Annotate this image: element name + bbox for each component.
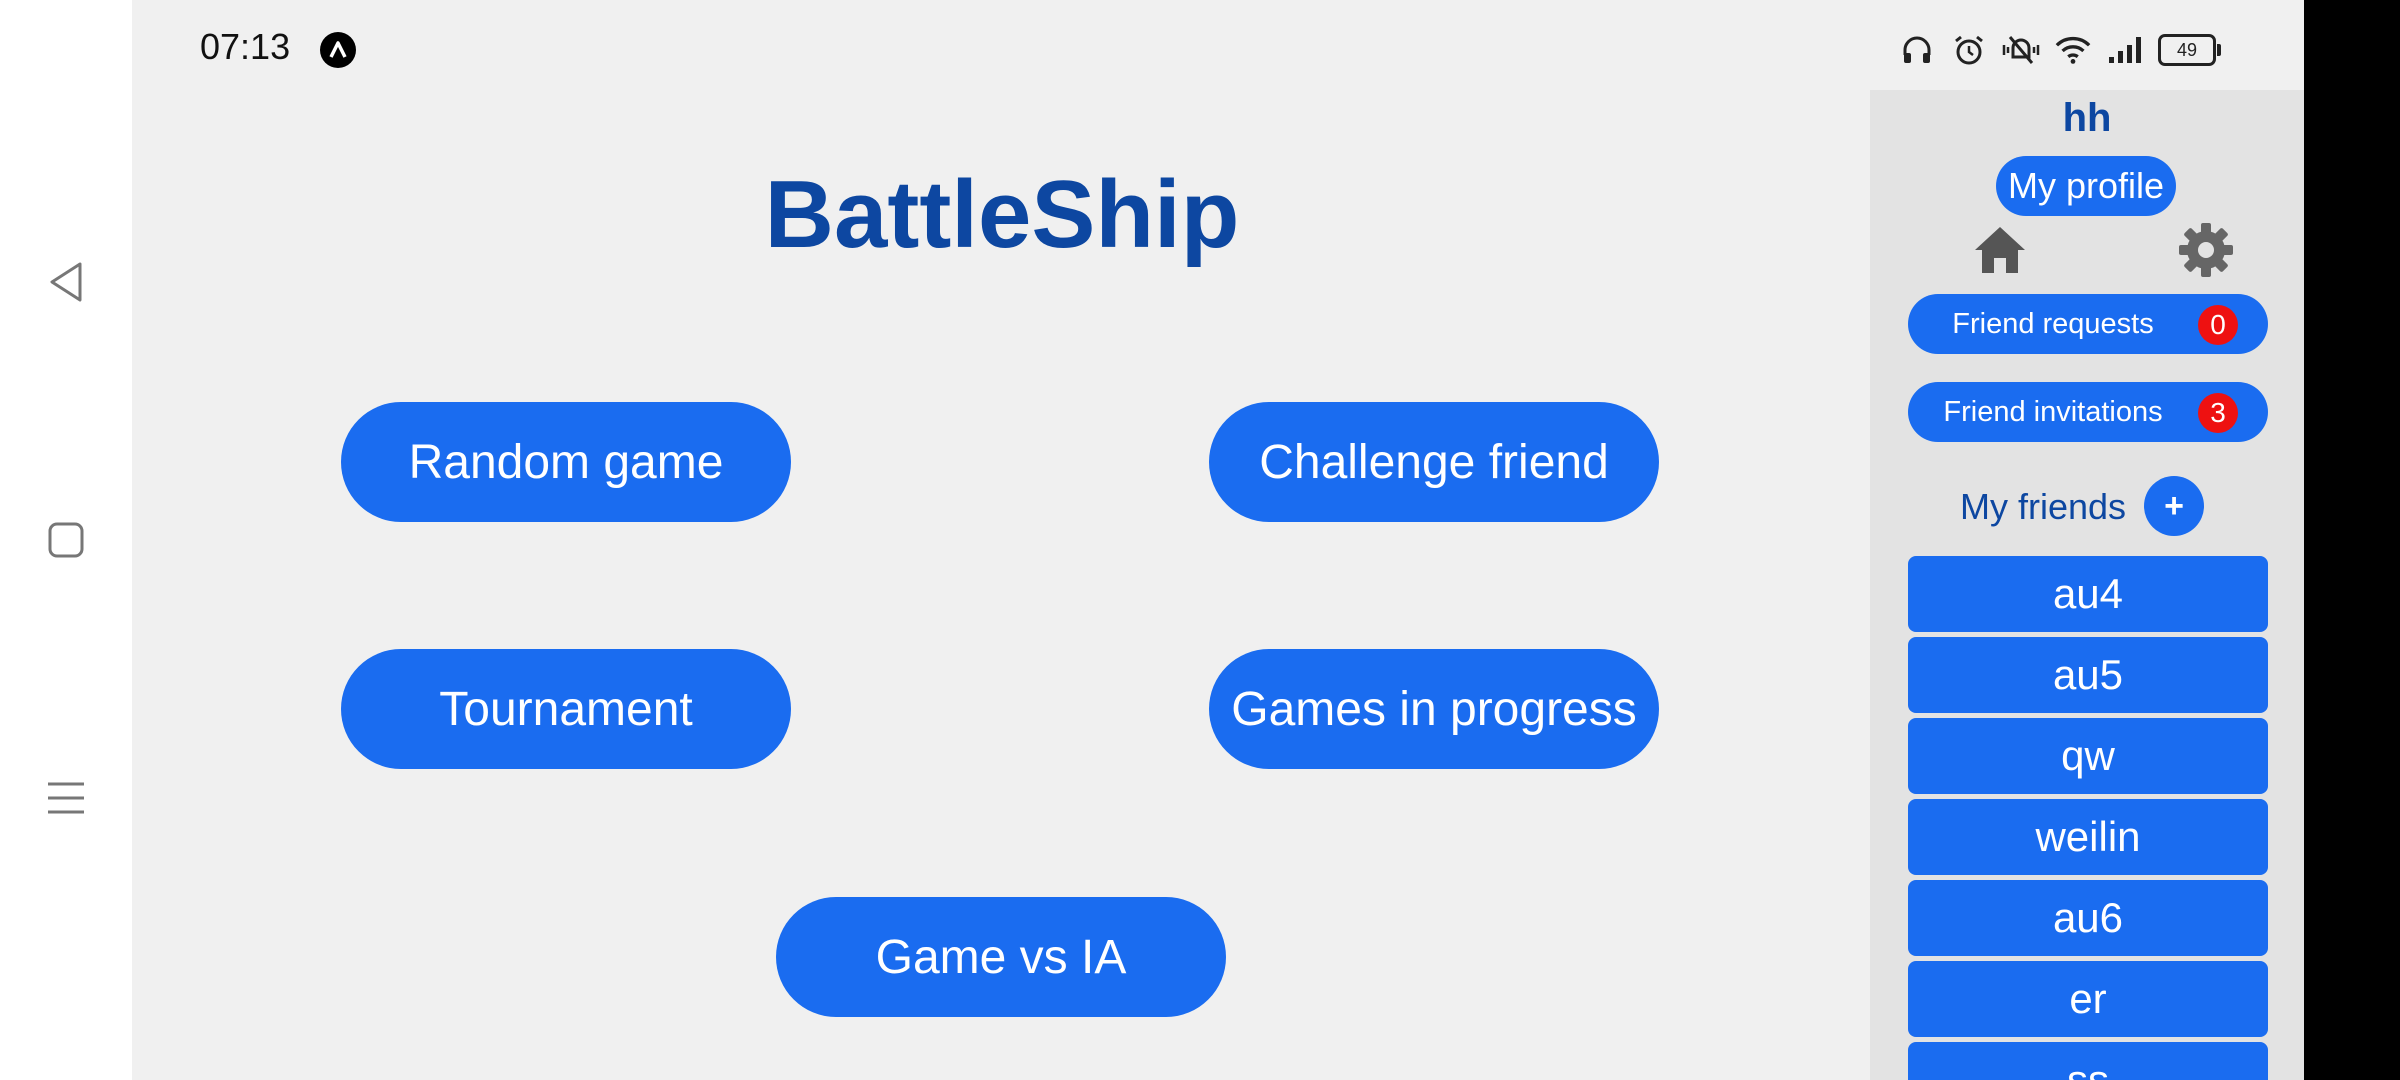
tournament-button[interactable]: Tournament (341, 649, 791, 769)
screen: 07:13 49 BattleShip Random game Challeng… (0, 0, 2400, 1080)
friend-item[interactable]: er (1908, 961, 2268, 1037)
friend-requests-label: Friend requests (1952, 307, 2154, 340)
menu-lines-icon (48, 782, 84, 814)
status-bar: 07:13 49 (132, 0, 2304, 90)
friend-invitations-badge: 3 (2198, 393, 2238, 433)
battery-indicator: 49 (2158, 34, 2221, 66)
app-area: 07:13 49 BattleShip Random game Challeng… (132, 0, 2304, 1080)
friend-requests-button[interactable]: Friend requests 0 (1908, 294, 2268, 354)
add-friend-button[interactable]: + (2144, 476, 2204, 536)
status-icons: 49 (1898, 30, 2221, 70)
friend-invitations-label: Friend invitations (1943, 395, 2163, 428)
alarm-icon (1950, 31, 1988, 69)
my-profile-button[interactable]: My profile (1996, 156, 2176, 216)
app-notification-icon (320, 32, 356, 68)
my-friends-label: My friends (1960, 486, 2127, 527)
friend-item[interactable]: au6 (1908, 880, 2268, 956)
square-icon (48, 522, 84, 558)
recents-nav-button[interactable] (36, 768, 96, 828)
friend-list: au4 au5 qw weilin au6 er ss (1908, 556, 2268, 1080)
back-triangle-icon (50, 262, 82, 302)
friend-item[interactable]: au5 (1908, 637, 2268, 713)
games-in-progress-button[interactable]: Games in progress (1209, 649, 1659, 769)
home-icon[interactable] (1970, 220, 2030, 280)
challenge-friend-button[interactable]: Challenge friend (1209, 402, 1659, 522)
system-nav-bar (0, 0, 132, 1080)
friend-requests-badge: 0 (2198, 305, 2238, 345)
settings-gear-icon[interactable] (2176, 220, 2236, 280)
home-nav-button[interactable] (36, 510, 96, 570)
back-nav-button[interactable] (36, 252, 96, 312)
friend-item[interactable]: ss (1908, 1042, 2268, 1080)
page-title: BattleShip (764, 161, 1240, 268)
signal-icon (2106, 31, 2144, 69)
screen-edge (2304, 0, 2400, 1080)
username: hh (2062, 96, 2112, 140)
vibrate-mute-icon (2002, 31, 2040, 69)
headphones-icon (1898, 31, 1936, 69)
friends-header: My friends (1870, 476, 2304, 536)
wifi-icon (2054, 31, 2092, 69)
friend-item[interactable]: qw (1908, 718, 2268, 794)
random-game-button[interactable]: Random game (341, 402, 791, 522)
friend-item[interactable]: au4 (1908, 556, 2268, 632)
friend-item[interactable]: weilin (1908, 799, 2268, 875)
friend-invitations-button[interactable]: Friend invitations 3 (1908, 382, 2268, 442)
sidebar: hh My profile Friend requests 0 Friend i… (1870, 90, 2304, 1080)
status-clock: 07:13 (200, 26, 291, 67)
game-vs-ia-button[interactable]: Game vs IA (776, 897, 1226, 1017)
